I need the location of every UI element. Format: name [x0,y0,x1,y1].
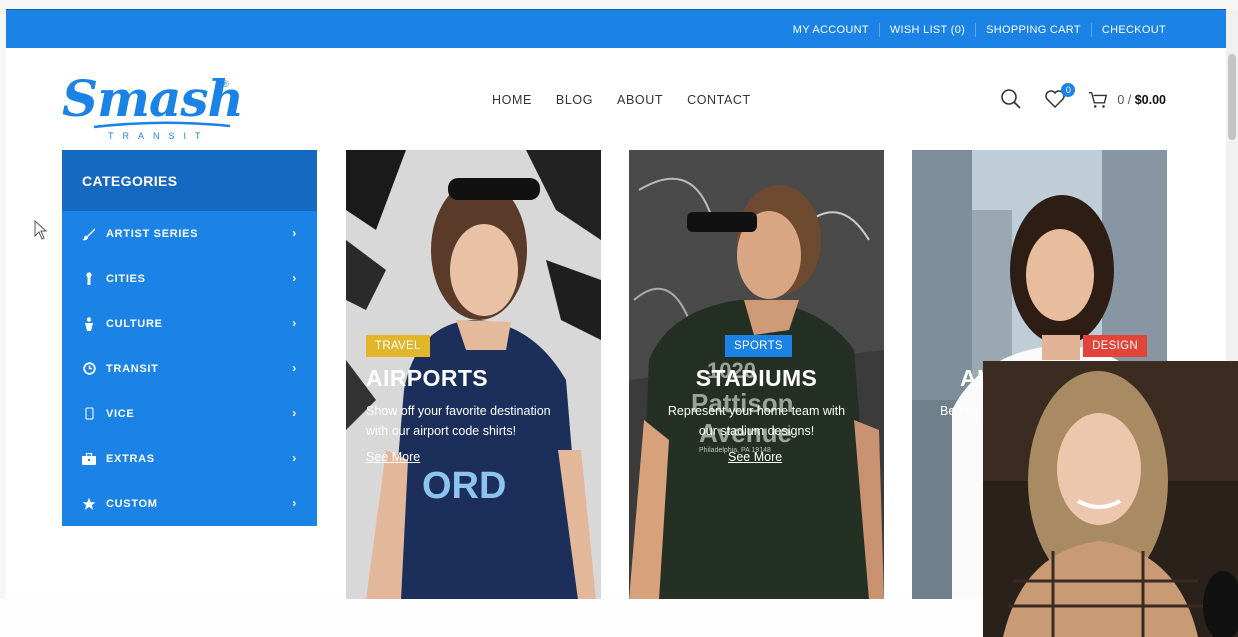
phone-icon [82,407,96,421]
search-icon[interactable] [999,87,1025,113]
logo-registered-mark: ® [222,79,229,89]
category-label: CULTURE [106,317,163,330]
chevron-right-icon: › [292,316,297,330]
category-cities[interactable]: CITIES › [62,256,317,301]
card-description-line: with our airport code shirts! [366,424,517,438]
category-artist-series[interactable]: ARTIST SERIES › [62,211,317,256]
category-label: VICE [106,407,135,420]
scrollbar-thumb[interactable] [1228,54,1236,140]
chevron-right-icon: › [292,226,297,240]
pin-icon [82,271,96,286]
category-culture[interactable]: CULTURE › [62,301,317,346]
card-description-line: Show off your favorite destination [366,404,551,418]
category-vice[interactable]: VICE › [62,391,317,436]
webcam-overlay [983,361,1238,637]
star-icon [82,497,96,511]
category-tag-design: DESIGN [1083,335,1147,357]
categories-heading: CATEGORIES [62,150,317,211]
category-label: CUSTOM [106,497,158,510]
card-title: AIRPORTS [366,365,489,391]
card-description-line: our stadium designs! [698,424,815,438]
checkout-link[interactable]: CHECKOUT [1090,22,1176,37]
category-label: CITIES [106,272,146,285]
header-tools: 0 0 / $0.00 [999,83,1166,115]
category-label: ARTIST SERIES [106,227,199,240]
category-extras[interactable]: EXTRAS › [62,436,317,481]
category-label: EXTRAS [106,452,155,465]
screen: MY ACCOUNT WISH LIST (0) SHOPPING CART C… [0,0,1238,637]
promo-card-airports[interactable]: ORD TRAVEL AIRPORTS Show off your favori… [346,150,601,600]
top-bar: MY ACCOUNT WISH LIST (0) SHOPPING CART C… [6,9,1226,48]
main-nav: HOME BLOG ABOUT CONTACT [492,93,751,107]
account-links: MY ACCOUNT WISH LIST (0) SHOPPING CART C… [783,10,1176,49]
cart-button[interactable]: 0 / $0.00 [1087,89,1166,111]
nav-contact[interactable]: CONTACT [687,93,751,107]
cart-count: 0 / [1117,93,1132,107]
category-tag-travel: TRAVEL [366,335,430,357]
mouse-cursor-icon [34,220,48,240]
card-description: Be insp [940,404,982,418]
nav-home[interactable]: HOME [492,93,532,107]
briefcase-icon [82,452,96,466]
category-label: TRANSIT [106,362,159,375]
logo-swash [93,121,231,129]
brush-icon [82,227,96,241]
person-icon [82,316,96,331]
see-more-link[interactable]: See More [728,450,782,464]
nav-blog[interactable]: BLOG [556,93,593,107]
cart-icon [1089,91,1108,108]
categories-menu: CATEGORIES ARTIST SERIES › CITIES › CULT… [62,150,317,526]
chevron-right-icon: › [292,451,297,465]
shopping-cart-link[interactable]: SHOPPING CART [975,22,1091,37]
category-transit[interactable]: TRANSIT › [62,346,317,391]
see-more-link[interactable]: See More [366,450,420,464]
card-description: Show off your favorite destination with … [366,401,551,441]
chevron-right-icon: › [292,271,297,285]
wishlist-count-badge: 0 [1061,83,1076,97]
card-title: STADIUMS [695,365,818,391]
card-description-line: Represent your home team with [667,404,846,418]
chevron-right-icon: › [292,406,297,420]
category-tag-sports: SPORTS [725,335,792,357]
chevron-right-icon: › [292,361,297,375]
clock-icon [82,362,96,376]
card-description: Represent your home team with our stadiu… [629,401,884,441]
logo-wordmark: Smash [62,69,244,128]
nav-about[interactable]: ABOUT [617,93,663,107]
logo-subtitle: TRANSIT [108,131,210,141]
airports-shirt-text: ORD [422,465,506,507]
cart-total: 0 / $0.00 [1117,93,1166,107]
my-account-link[interactable]: MY ACCOUNT [783,23,879,37]
chevron-right-icon: › [292,496,297,510]
category-custom[interactable]: CUSTOM › [62,481,317,526]
promo-card-stadiums[interactable]: 1020 Pattison Avenue Philadelphia, PA 19… [629,150,884,600]
wishlist-button[interactable]: 0 [1043,83,1076,113]
cart-amount: $0.00 [1134,93,1166,107]
wish-list-link[interactable]: WISH LIST (0) [878,22,975,37]
site-logo[interactable]: Smash ® TRANSIT [62,65,244,145]
